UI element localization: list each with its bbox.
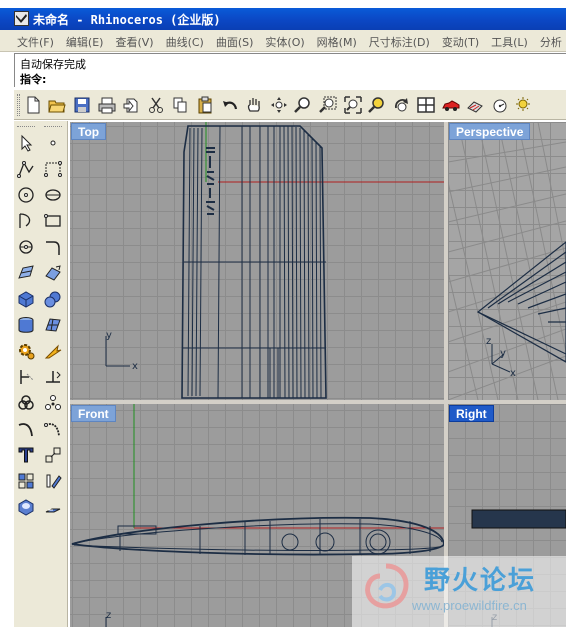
four-viewports-icon[interactable] [415, 94, 437, 116]
viewport-top-label[interactable]: Top [71, 123, 107, 140]
front-axis-z-label: z [106, 610, 111, 621]
viewport-front-label[interactable]: Front [71, 405, 116, 422]
toolbar-grip[interactable] [17, 94, 20, 116]
surface-edit-icon[interactable] [42, 262, 64, 284]
top-axis-x-label: x [132, 361, 138, 372]
open-folder-icon[interactable] [46, 94, 68, 116]
pan-hand-icon[interactable] [243, 94, 265, 116]
menu-bar: 文件(F) 编辑(E) 查看(V) 曲线(C) 曲面(S) 实体(O) 网格(M) 尺寸标注(… [0, 30, 566, 52]
menu-solid[interactable]: 实体(O) [259, 30, 310, 50]
surface-icon[interactable] [15, 262, 37, 284]
menu-surface[interactable]: 曲面(S) [210, 30, 260, 50]
persp-axis-y-label: y [500, 348, 506, 359]
render-solid-icon[interactable] [15, 496, 37, 518]
curve-icon[interactable] [42, 158, 64, 180]
viewport-vertical-splitter[interactable] [444, 122, 448, 627]
menu-dimension[interactable]: 尺寸标注(D) [363, 30, 436, 50]
sphere-solid-icon[interactable] [42, 288, 64, 310]
standard-toolbar [14, 89, 566, 120]
persp-axis-x-label: x [510, 368, 516, 379]
viewport-top[interactable]: y x Top [70, 122, 444, 400]
print-icon[interactable] [96, 94, 118, 116]
menu-analyze[interactable]: 分析 [534, 30, 566, 50]
viewport-horizontal-splitter[interactable] [70, 400, 566, 404]
arc-icon[interactable] [15, 210, 37, 232]
block-icon[interactable] [15, 470, 37, 492]
undo-icon[interactable] [219, 94, 241, 116]
window-title: 未命名 - Rhinoceros (企业版) [33, 13, 221, 27]
cut-icon[interactable] [145, 94, 167, 116]
object-snap-icon[interactable] [42, 392, 64, 414]
rotate-view-icon[interactable] [391, 94, 413, 116]
point-icon[interactable] [42, 132, 64, 154]
circle-icon[interactable] [15, 184, 37, 206]
import-icon[interactable] [120, 94, 142, 116]
zoom-extents-icon[interactable] [342, 94, 364, 116]
layer-icon[interactable] [42, 496, 64, 518]
command-area[interactable]: 自动保存完成 指令: [14, 53, 566, 87]
menu-file[interactable]: 文件(F) [0, 30, 60, 50]
fillet-icon[interactable] [15, 418, 37, 440]
menu-view[interactable]: 查看(V) [109, 30, 159, 50]
menu-curve[interactable]: 曲线(C) [160, 30, 210, 50]
left-toolbar-grip[interactable] [17, 126, 35, 129]
rectangle-icon[interactable] [42, 210, 64, 232]
title-bar[interactable]: 未命名 - Rhinoceros (企业版) [0, 8, 566, 30]
menu-mesh[interactable]: 网格(M) [311, 30, 363, 50]
menu-transform[interactable]: 变动(T) [436, 30, 485, 50]
zoom-selected-icon[interactable] [366, 94, 388, 116]
polyline-icon[interactable] [15, 158, 37, 180]
mesh-plane-icon[interactable] [42, 314, 64, 336]
settings-gear-icon[interactable] [15, 340, 37, 362]
ellipse-icon[interactable] [42, 184, 64, 206]
persp-axis-z-label: z [486, 336, 491, 347]
viewport-right-label[interactable]: Right [449, 405, 494, 422]
command-prompt[interactable]: 指令: [20, 71, 46, 87]
command-history: 自动保存完成 [20, 58, 86, 71]
top-axis-y-label: y [106, 330, 112, 341]
zoom-window-icon[interactable] [317, 94, 339, 116]
rhino-app-icon[interactable] [14, 11, 29, 26]
text-icon[interactable] [15, 444, 37, 466]
forum-watermark: 野火论坛 www.proewildfire.cn [352, 556, 566, 627]
explode-icon[interactable] [42, 340, 64, 362]
left-toolbar-grip-2[interactable] [44, 126, 62, 129]
left-toolbar [14, 121, 68, 627]
viewport-perspective[interactable]: z y x Perspective [448, 122, 566, 400]
zoom-icon[interactable] [292, 94, 314, 116]
right-view-wing-profile [471, 509, 566, 529]
car-icon[interactable] [440, 94, 462, 116]
menu-tools[interactable]: 工具(L) [485, 30, 534, 50]
split-icon[interactable] [42, 366, 64, 388]
save-icon[interactable] [71, 94, 93, 116]
cylinder-icon[interactable] [15, 314, 37, 336]
group-icon[interactable] [15, 392, 37, 414]
watermark-url: www.proewildfire.cn [412, 598, 527, 613]
render-icon[interactable] [464, 94, 486, 116]
select-arrow-icon[interactable] [15, 132, 37, 154]
light-icon[interactable] [513, 94, 535, 116]
trim-icon[interactable] [15, 366, 37, 388]
rotate-view-icon[interactable] [268, 94, 290, 116]
menu-edit[interactable]: 编辑(E) [60, 30, 110, 50]
dimension-icon[interactable] [42, 470, 64, 492]
copy-icon[interactable] [169, 94, 191, 116]
polygon-icon[interactable] [15, 236, 37, 258]
watermark-logo-icon [365, 563, 409, 609]
watermark-forum-name: 野火论坛 [424, 566, 537, 596]
analyze-icon[interactable] [489, 94, 511, 116]
transform-icon[interactable] [42, 444, 64, 466]
new-file-icon[interactable] [22, 94, 44, 116]
blend-curve-icon[interactable] [42, 418, 64, 440]
fillet-curve-icon[interactable] [42, 236, 64, 258]
paste-icon[interactable] [194, 94, 216, 116]
box-solid-icon[interactable] [15, 288, 37, 310]
viewport-perspective-label[interactable]: Perspective [449, 123, 531, 140]
